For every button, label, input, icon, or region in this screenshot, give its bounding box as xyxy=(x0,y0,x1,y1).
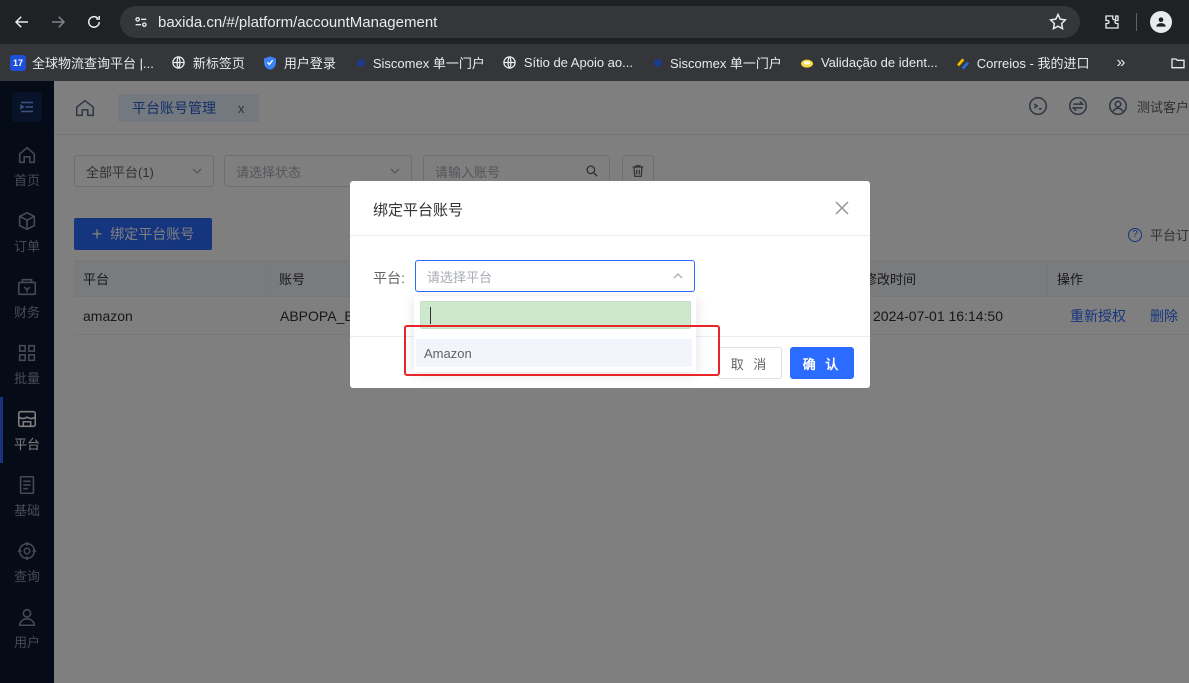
globe-icon xyxy=(502,55,518,71)
toolbar-separator xyxy=(1136,13,1137,31)
folder-icon xyxy=(1170,55,1186,71)
bookmark-label: Siscomex 单一门户 xyxy=(669,56,782,71)
platform-label: 平台: xyxy=(373,270,405,286)
bookmark-label: Siscomex 单一门户 xyxy=(372,56,485,71)
browser-toolbar: baxida.cn/#/platform/accountManagement xyxy=(0,0,1189,44)
all-bookmarks-button[interactable]: 所有书 xyxy=(1170,53,1189,72)
bookmark-item[interactable]: Siscomex 单一门户 xyxy=(650,53,782,72)
platform-select[interactable]: 请选择平台 xyxy=(415,260,695,292)
back-icon[interactable] xyxy=(4,4,40,40)
profile-avatar-icon xyxy=(1150,11,1172,33)
egg-icon xyxy=(799,55,815,71)
bookmark-item[interactable]: Sítio de Apoio ao... xyxy=(502,55,633,71)
bookmark-item[interactable]: Siscomex 单一门户 xyxy=(353,53,485,72)
bookmark-item[interactable]: 用户登录 xyxy=(262,53,336,72)
bookmark-label: 新标签页 xyxy=(192,56,245,71)
annotation-highlight-box xyxy=(404,325,720,376)
dialog-header: 绑定平台账号 xyxy=(350,181,870,236)
extensions-icon[interactable] xyxy=(1094,4,1130,40)
url-text[interactable]: baxida.cn/#/platform/accountManagement xyxy=(158,14,437,31)
bookmark-label: Sítio de Apoio ao... xyxy=(523,55,633,70)
bookmark-item[interactable]: 17 全球物流查询平台 |... xyxy=(10,53,154,72)
reload-icon[interactable] xyxy=(76,4,112,40)
platform-select-placeholder: 请选择平台 xyxy=(427,269,493,285)
bookmark-item[interactable]: 新标签页 xyxy=(171,53,245,72)
chevron-double-right-icon: » xyxy=(1116,53,1126,71)
profile-button[interactable] xyxy=(1143,4,1179,40)
confirm-button[interactable]: 确 认 xyxy=(790,347,854,379)
globe-icon xyxy=(171,55,187,71)
shield-icon xyxy=(262,55,278,71)
17track-icon: 17 xyxy=(10,54,26,71)
forward-icon[interactable] xyxy=(40,4,76,40)
chevron-up-icon xyxy=(673,273,683,279)
bookmark-label: 全球物流查询平台 |... xyxy=(32,56,154,71)
address-bar[interactable]: baxida.cn/#/platform/accountManagement xyxy=(120,6,1080,38)
site-settings-icon[interactable] xyxy=(130,11,152,33)
bookmarks-overflow-button[interactable]: » xyxy=(1106,54,1135,72)
bookmark-label: 用户登录 xyxy=(283,56,336,71)
bookmark-item[interactable]: Validação de ident... xyxy=(799,55,938,71)
browser-actions xyxy=(1094,0,1189,44)
bookmark-item[interactable]: Correios - 我的进口 xyxy=(955,53,1090,72)
siscomex-icon xyxy=(356,58,365,67)
bookmark-label: Correios - 我的进口 xyxy=(976,56,1090,71)
correios-icon xyxy=(955,55,971,71)
siscomex-icon xyxy=(653,58,662,67)
cancel-button[interactable]: 取 消 xyxy=(718,347,782,379)
bookmark-label: Validação de ident... xyxy=(820,55,938,70)
text-caret xyxy=(430,307,431,324)
bookmarks-bar: 17 全球物流查询平台 |... 新标签页 用户登录 Siscomex 单一门户 Síti… xyxy=(0,44,1189,81)
bookmark-star-icon[interactable] xyxy=(1048,12,1068,32)
close-icon[interactable] xyxy=(834,200,850,216)
dialog-title: 绑定平台账号 xyxy=(373,202,464,219)
